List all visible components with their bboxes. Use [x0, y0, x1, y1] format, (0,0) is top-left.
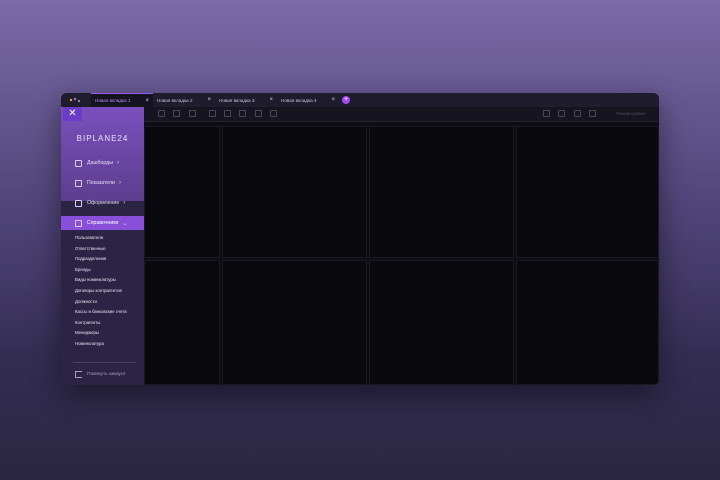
submenu-item[interactable]: Договоры контрагентов	[75, 286, 122, 296]
dashboard-cell[interactable]	[369, 260, 514, 385]
export-icon[interactable]	[239, 110, 246, 117]
chevron-down-icon: ⌄	[122, 220, 128, 227]
submenu-item[interactable]: Подразделения	[75, 254, 106, 264]
sidebar: ✕ BIPLANE24 Дашборды › Показатели › Офор…	[61, 107, 144, 385]
submenu-item[interactable]: Виды номенклатуры	[75, 275, 116, 285]
sliders-icon	[75, 179, 82, 187]
dashboard-cell[interactable]	[222, 126, 367, 258]
settings-icon[interactable]	[270, 110, 277, 117]
logout-label: Покинуть аккаунт	[87, 371, 126, 377]
dashboard-cell[interactable]	[369, 126, 514, 258]
add-widget-icon[interactable]	[158, 110, 165, 117]
tab-label: Новая вкладка 2	[157, 97, 193, 103]
zoom-out-icon[interactable]	[224, 110, 231, 117]
tab-bar: Новая вкладка 1 × Новая вкладка 2 × Нова…	[61, 93, 659, 107]
brand-logo: BIPLANE24	[76, 134, 129, 143]
layers-icon[interactable]	[558, 110, 565, 117]
tab-label: Новая вкладка 4	[281, 97, 317, 103]
dashboard-icon	[75, 159, 82, 167]
book-icon	[75, 219, 82, 227]
menu-item-dashboards[interactable]: Дашборды ›	[61, 156, 144, 170]
submenu-item[interactable]: Бренды	[75, 265, 91, 275]
dashboard-cell[interactable]	[222, 260, 367, 385]
app-logo-icon	[61, 93, 91, 107]
tab-4[interactable]: Новая вкладка 4 ×	[277, 93, 339, 107]
submenu-item[interactable]: Должности	[75, 297, 97, 307]
submenu-item[interactable]: Номенклатура	[75, 339, 104, 349]
toolbar: Режим правки	[61, 107, 659, 122]
close-sidebar-button[interactable]: ✕	[63, 107, 82, 121]
refresh-icon[interactable]	[255, 110, 262, 117]
edit-mode-label[interactable]: Режим правки	[616, 111, 645, 116]
close-icon[interactable]: ×	[331, 97, 335, 103]
chevron-right-icon: ›	[123, 200, 126, 206]
menu-item-label: Дашборды	[87, 160, 113, 166]
edit-icon[interactable]	[543, 110, 550, 117]
tab-1[interactable]: Новая вкладка 1 ×	[91, 93, 153, 107]
submenu-item[interactable]: Пользователи	[75, 233, 103, 243]
submenu-item[interactable]: Кассы и банковские счета	[75, 307, 127, 317]
layout-icon[interactable]	[189, 110, 196, 117]
sidebar-divider	[73, 362, 136, 363]
menu-item-label: Показатели	[87, 180, 115, 186]
logout-button[interactable]: Покинуть аккаунт	[61, 368, 144, 380]
menu-item-indicators[interactable]: Показатели ›	[61, 176, 144, 190]
fullscreen-icon[interactable]	[589, 110, 596, 117]
dashboard-cell[interactable]	[516, 260, 659, 385]
chevron-right-icon: ›	[116, 160, 119, 166]
tab-label: Новая вкладка 1	[95, 98, 131, 103]
add-tab-button[interactable]: +	[342, 96, 350, 104]
close-icon[interactable]: ×	[269, 97, 273, 103]
menu-item-label: Оформление	[87, 200, 120, 206]
submenu-item[interactable]: Менеджеры	[75, 328, 99, 338]
tab-label: Новая вкладка 3	[219, 97, 255, 103]
zoom-in-icon[interactable]	[209, 110, 216, 117]
menu-item-design[interactable]: Оформление ›	[61, 196, 144, 210]
menu-item-label: Справочники	[87, 220, 119, 226]
menu-item-references[interactable]: Справочники ⌄	[61, 216, 144, 230]
tab-2[interactable]: Новая вкладка 2 ×	[153, 93, 215, 107]
edit-icon	[75, 199, 82, 207]
mobile-icon[interactable]	[574, 110, 581, 117]
logout-icon	[75, 370, 82, 378]
submenu-item[interactable]: Контрагенты	[75, 318, 100, 328]
close-icon[interactable]: ×	[207, 97, 211, 103]
tab-3[interactable]: Новая вкладка 3 ×	[215, 93, 277, 107]
app-window: Новая вкладка 1 × Новая вкладка 2 × Нова…	[61, 93, 659, 385]
dashboard-cell[interactable]	[516, 126, 659, 258]
dashboard-cell[interactable]	[144, 126, 220, 258]
dashboard-cell[interactable]	[144, 260, 220, 385]
chevron-right-icon: ›	[118, 180, 121, 186]
submenu-item[interactable]: Ответственные	[75, 244, 106, 254]
add-chart-icon[interactable]	[173, 110, 180, 117]
close-icon[interactable]: ×	[145, 98, 149, 104]
